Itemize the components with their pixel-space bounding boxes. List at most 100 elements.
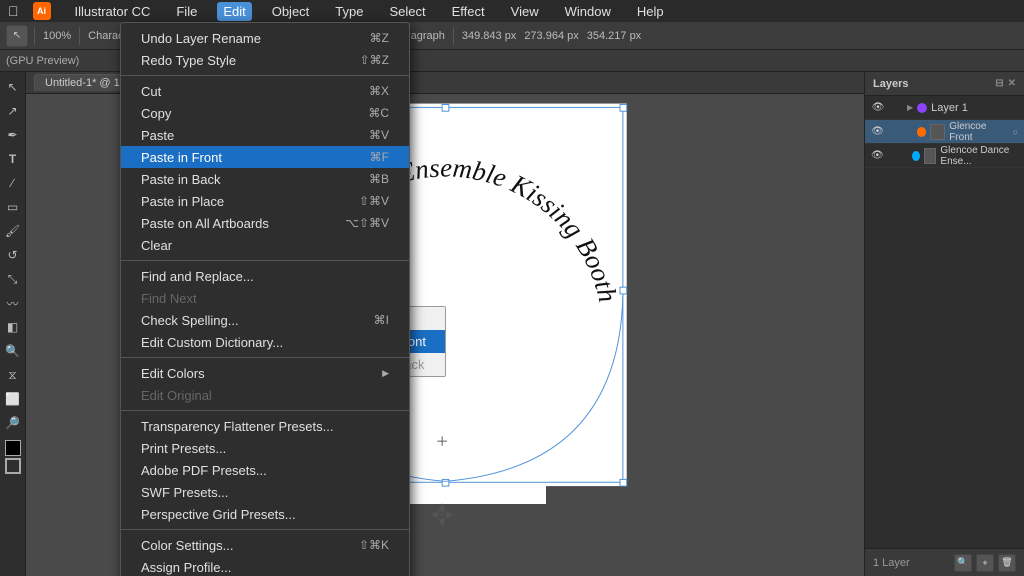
scale-tool-icon[interactable]: ⤡ — [2, 268, 24, 290]
app-icon: Ai — [33, 2, 51, 20]
layer-glencoe-front-lock-icon[interactable] — [888, 125, 901, 139]
menu-paste[interactable]: Paste ⌘V — [121, 124, 409, 146]
menu-type[interactable]: Type — [329, 2, 369, 21]
apple-logo-icon[interactable]:  — [8, 3, 19, 19]
menu-sep-5 — [121, 529, 409, 530]
rotate-tool-icon[interactable]: ↺ — [2, 244, 24, 266]
menu-paste-shortcut: ⌘V — [369, 128, 389, 142]
toolbar-arrow-tool[interactable]: ↖ — [6, 25, 28, 47]
panel-header-icons: ⊟ ✕ — [995, 78, 1016, 89]
menu-sep-4 — [121, 410, 409, 411]
toolbar-sep-1 — [34, 27, 35, 45]
direct-select-tool-icon[interactable]: ↗ — [2, 100, 24, 122]
layer-glencoe-dance-color-dot — [912, 151, 920, 161]
menu-paste-on-all-shortcut: ⌥⇧⌘V — [345, 216, 389, 230]
menu-effect[interactable]: Effect — [446, 2, 491, 21]
line-tool-icon[interactable]: ∕ — [2, 172, 24, 194]
gpu-preview-label: (GPU Preview) — [6, 55, 79, 67]
menu-find-next[interactable]: Find Next — [121, 287, 409, 309]
menu-transparency-presets[interactable]: Transparency Flattener Presets... — [121, 415, 409, 437]
panel-footer-buttons: 🔍 + 🗑 — [954, 554, 1016, 572]
zoom-tool-icon[interactable]: 🔎 — [2, 412, 24, 434]
select-tool-icon[interactable]: ↖ — [2, 76, 24, 98]
layer-item-1[interactable]: 👁 ▶ Layer 1 — [865, 96, 1024, 120]
menu-edit-original[interactable]: Edit Original — [121, 384, 409, 406]
menu-paste-in-back[interactable]: Paste in Back ⌘B — [121, 168, 409, 190]
menu-sep-1 — [121, 75, 409, 76]
type-tool-icon[interactable]: T — [2, 148, 24, 170]
delete-layer-button[interactable]: 🗑 — [998, 554, 1016, 572]
menu-help[interactable]: Help — [631, 2, 670, 21]
layer-1-name: Layer 1 — [931, 102, 968, 114]
menu-paste-in-front[interactable]: Paste in Front ⌘F — [121, 146, 409, 168]
edit-dropdown-menu: Undo Layer Rename ⌘Z Redo Type Style ⇧⌘Z… — [120, 22, 410, 576]
menu-spelling-shortcut: ⌘I — [374, 313, 389, 327]
menu-cut-shortcut: ⌘X — [369, 84, 389, 98]
eyedropper-tool-icon[interactable]: 🔍 — [2, 340, 24, 362]
layer-item-glencoe-dance[interactable]: 👁 Glencoe Dance Ense... — [865, 144, 1024, 168]
layer-1-color-dot — [917, 103, 927, 113]
menu-assign-profile[interactable]: Assign Profile... — [121, 556, 409, 576]
menu-find-replace[interactable]: Find and Replace... — [121, 265, 409, 287]
left-toolbar: ↖ ↗ ✒ T ∕ ▭ 🖌 ↺ ⤡ 〰 ◧ 🔍 ⧖ ⬜ 🔎 — [0, 72, 26, 576]
menu-window[interactable]: Window — [559, 2, 617, 21]
layer-glencoe-dance-lock-icon[interactable] — [888, 149, 899, 163]
layer-1-expand-icon[interactable]: ▶ — [907, 103, 913, 112]
panel-close-icon[interactable]: ✕ — [1008, 78, 1016, 89]
menu-edit-colors[interactable]: Edit Colors — [121, 362, 409, 384]
pen-tool-icon[interactable]: ✒ — [2, 124, 24, 146]
menu-bar:  Ai Illustrator CC File Edit Object Typ… — [0, 0, 1024, 22]
menu-paste-on-all-artboards[interactable]: Paste on All Artboards ⌥⇧⌘V — [121, 212, 409, 234]
fill-color-box[interactable] — [5, 440, 21, 456]
search-layer-button[interactable]: 🔍 — [954, 554, 972, 572]
menu-object[interactable]: Object — [266, 2, 316, 21]
menu-file[interactable]: File — [170, 2, 203, 21]
layers-panel-title: Layers — [873, 78, 908, 90]
layer-1-lock-icon[interactable] — [889, 101, 903, 115]
artboard-tool-icon[interactable]: ⬜ — [2, 388, 24, 410]
stroke-color-box[interactable] — [5, 458, 21, 474]
warp-tool-icon[interactable]: 〰 — [2, 292, 24, 314]
layer-item-glencoe-front[interactable]: 👁 Glencoe Front ○ — [865, 120, 1024, 144]
blend-tool-icon[interactable]: ⧖ — [2, 364, 24, 386]
menu-check-spelling[interactable]: Check Spelling... ⌘I — [121, 309, 409, 331]
menu-swf-presets[interactable]: SWF Presets... — [121, 481, 409, 503]
menu-print-presets[interactable]: Print Presets... — [121, 437, 409, 459]
menu-clear[interactable]: Clear — [121, 234, 409, 256]
menu-adobe-pdf-presets[interactable]: Adobe PDF Presets... — [121, 459, 409, 481]
menu-perspective-grid-presets[interactable]: Perspective Grid Presets... — [121, 503, 409, 525]
layer-glencoe-front-thumb — [930, 124, 945, 140]
menu-view[interactable]: View — [505, 2, 545, 21]
rectangle-tool-icon[interactable]: ▭ — [2, 196, 24, 218]
layer-glencoe-dance-thumb — [924, 148, 937, 164]
layer-glencoe-front-indicator: ○ — [1013, 127, 1018, 137]
menu-paste-in-front-shortcut: ⌘F — [370, 150, 389, 164]
menu-illustrator-cc[interactable]: Illustrator CC — [69, 2, 157, 21]
add-layer-button[interactable]: + — [976, 554, 994, 572]
layer-1-visibility-icon[interactable]: 👁 — [871, 101, 885, 115]
menu-redo-type-style[interactable]: Redo Type Style ⇧⌘Z — [121, 49, 409, 71]
menu-copy-shortcut: ⌘C — [368, 106, 389, 120]
paintbrush-tool-icon[interactable]: 🖌 — [2, 220, 24, 242]
layer-glencoe-front-visibility-icon[interactable]: 👁 — [871, 125, 884, 139]
menu-select[interactable]: Select — [383, 2, 431, 21]
gradient-tool-icon[interactable]: ◧ — [2, 316, 24, 338]
menu-paste-in-place[interactable]: Paste in Place ⇧⌘V — [121, 190, 409, 212]
zoom-label: 100% — [43, 30, 71, 42]
menu-copy[interactable]: Copy ⌘C — [121, 102, 409, 124]
panel-collapse-icon[interactable]: ⊟ — [995, 78, 1003, 89]
layer-glencoe-dance-visibility-icon[interactable]: 👁 — [871, 149, 884, 163]
toolbar-sep-2 — [79, 27, 80, 45]
menu-undo-layer-rename[interactable]: Undo Layer Rename ⌘Z — [121, 27, 409, 49]
menu-color-settings[interactable]: Color Settings... ⇧⌘K — [121, 534, 409, 556]
coord-x: 349.843 px — [462, 30, 516, 42]
menu-edit-custom-dict[interactable]: Edit Custom Dictionary... — [121, 331, 409, 353]
menu-sep-2 — [121, 260, 409, 261]
menu-undo-shortcut: ⌘Z — [370, 31, 389, 45]
layer-glencoe-front-name: Glencoe Front — [949, 121, 1008, 143]
layer-count-label: 1 Layer — [873, 557, 910, 569]
menu-cut[interactable]: Cut ⌘X — [121, 80, 409, 102]
menu-paste-in-back-shortcut: ⌘B — [369, 172, 389, 186]
layers-panel-footer: 1 Layer 🔍 + 🗑 — [865, 548, 1024, 576]
menu-edit[interactable]: Edit — [217, 2, 251, 21]
